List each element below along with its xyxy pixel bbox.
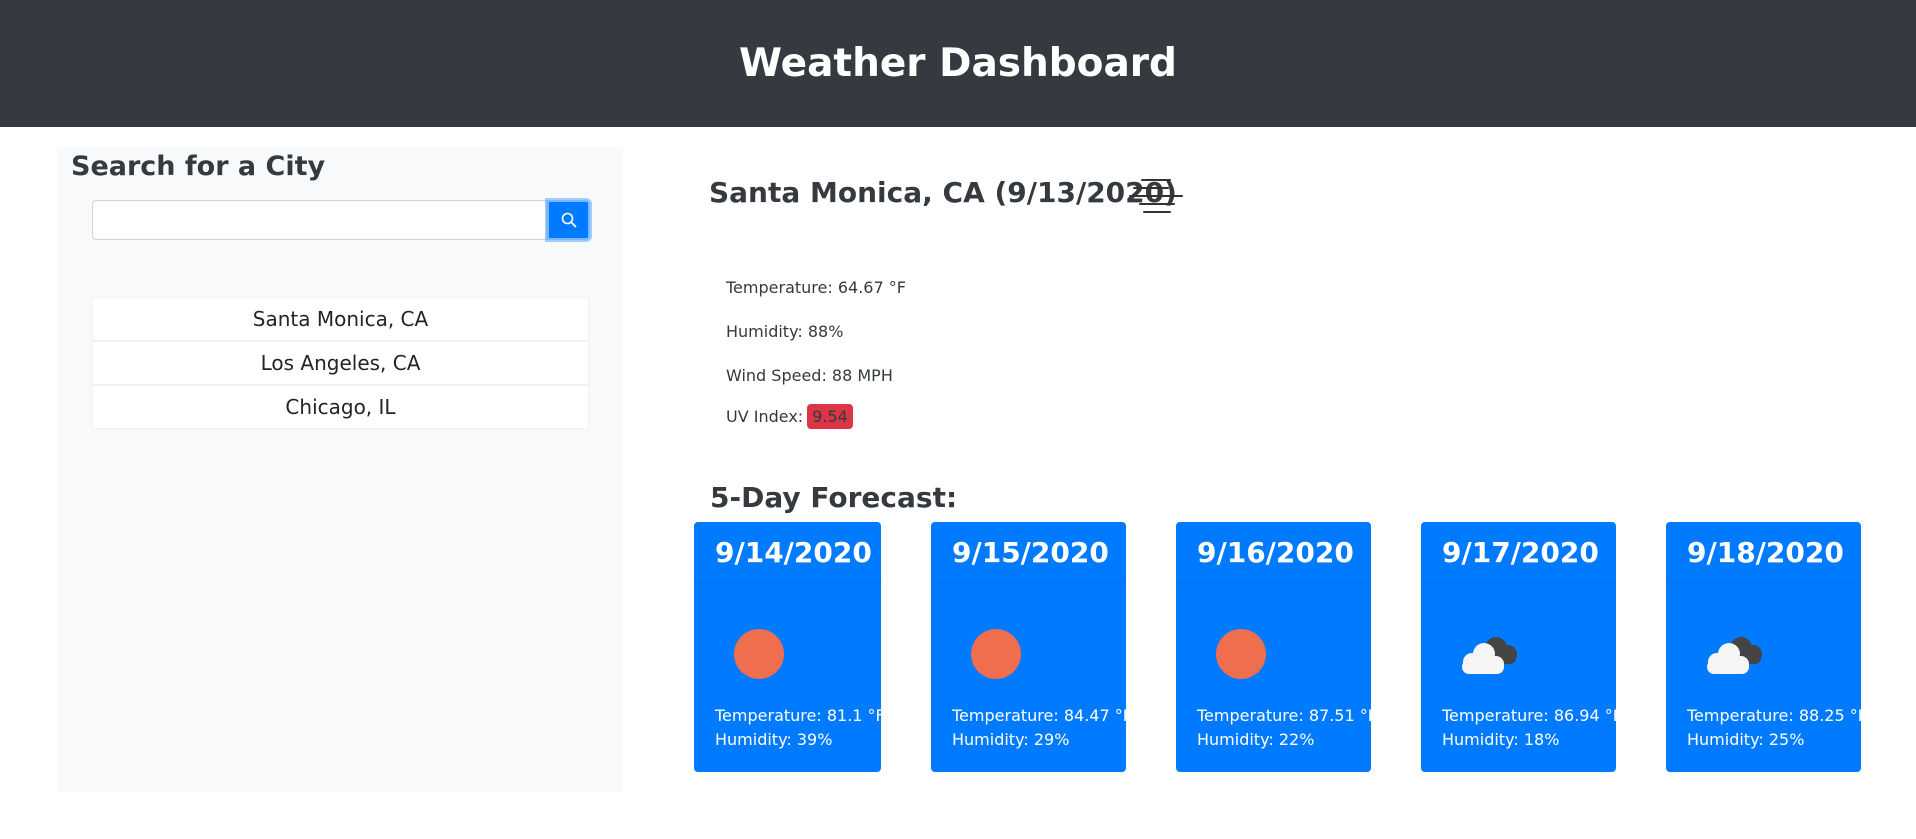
current-uv-row: UV Index: 9.54 xyxy=(726,404,853,429)
forecast-temperature: Temperature: 84.47 °F xyxy=(952,706,1132,725)
forecast-humidity: Humidity: 25% xyxy=(1687,730,1805,749)
history-item-los-angeles[interactable]: Los Angeles, CA xyxy=(92,341,589,385)
forecast-date: 9/15/2020 xyxy=(952,536,1109,569)
forecast-humidity: Humidity: 29% xyxy=(952,730,1070,749)
sun-icon xyxy=(734,629,784,679)
search-history-list: Santa Monica, CA Los Angeles, CA Chicago… xyxy=(92,297,589,429)
forecast-date: 9/16/2020 xyxy=(1197,536,1354,569)
forecast-temperature: Temperature: 81.1 °F xyxy=(715,706,885,725)
forecast-temperature: Temperature: 87.51 °F xyxy=(1197,706,1377,725)
page-title: Weather Dashboard xyxy=(739,41,1177,86)
sun-icon xyxy=(971,629,1021,679)
uv-index-badge: 9.54 xyxy=(807,404,853,429)
search-icon xyxy=(561,212,576,228)
card-divider xyxy=(1666,582,1861,583)
forecast-title: 5-Day Forecast: xyxy=(710,481,958,514)
card-divider xyxy=(694,582,881,583)
forecast-date: 9/18/2020 xyxy=(1687,536,1844,569)
clouds-icon xyxy=(1707,637,1762,674)
current-city-title: Santa Monica, CA (9/13/2020) xyxy=(709,176,1177,209)
card-divider xyxy=(1421,582,1616,583)
app-header: Weather Dashboard xyxy=(0,0,1916,127)
forecast-humidity: Humidity: 18% xyxy=(1442,730,1560,749)
uv-label: UV Index: xyxy=(726,407,804,426)
sidebar-title: Search for a City xyxy=(71,151,326,182)
forecast-card: 9/16/2020 Temperature: 87.51 °F Humidity… xyxy=(1176,522,1377,772)
current-wind-speed: Wind Speed: 88 MPH xyxy=(726,366,893,385)
history-item-chicago[interactable]: Chicago, IL xyxy=(92,385,589,429)
search-button[interactable] xyxy=(547,200,590,240)
search-row xyxy=(92,200,590,240)
card-divider xyxy=(1176,582,1371,583)
forecast-humidity: Humidity: 39% xyxy=(715,730,833,749)
haze-icon xyxy=(1129,179,1183,213)
forecast-date: 9/14/2020 xyxy=(715,536,872,569)
forecast-date: 9/17/2020 xyxy=(1442,536,1599,569)
forecast-card: 9/18/2020 Temperature: 88.25 °F Humidity… xyxy=(1666,522,1867,772)
city-search-input[interactable] xyxy=(92,200,547,240)
forecast-card: 9/15/2020 Temperature: 84.47 °F Humidity… xyxy=(931,522,1132,772)
forecast-humidity: Humidity: 22% xyxy=(1197,730,1315,749)
search-sidebar: Search for a City Santa Monica, CA Los A… xyxy=(57,147,623,792)
forecast-temperature: Temperature: 88.25 °F xyxy=(1687,706,1867,725)
forecast-card: 9/14/2020 Temperature: 81.1 °F Humidity:… xyxy=(694,522,885,772)
sun-icon xyxy=(1216,629,1266,679)
history-item-santa-monica[interactable]: Santa Monica, CA xyxy=(92,297,589,341)
forecast-card: 9/17/2020 Temperature: 86.94 °F Humidity… xyxy=(1421,522,1622,772)
current-humidity: Humidity: 88% xyxy=(726,322,844,341)
card-divider xyxy=(931,582,1126,583)
clouds-icon xyxy=(1462,637,1517,674)
forecast-temperature: Temperature: 86.94 °F xyxy=(1442,706,1622,725)
current-temperature: Temperature: 64.67 °F xyxy=(726,278,906,297)
